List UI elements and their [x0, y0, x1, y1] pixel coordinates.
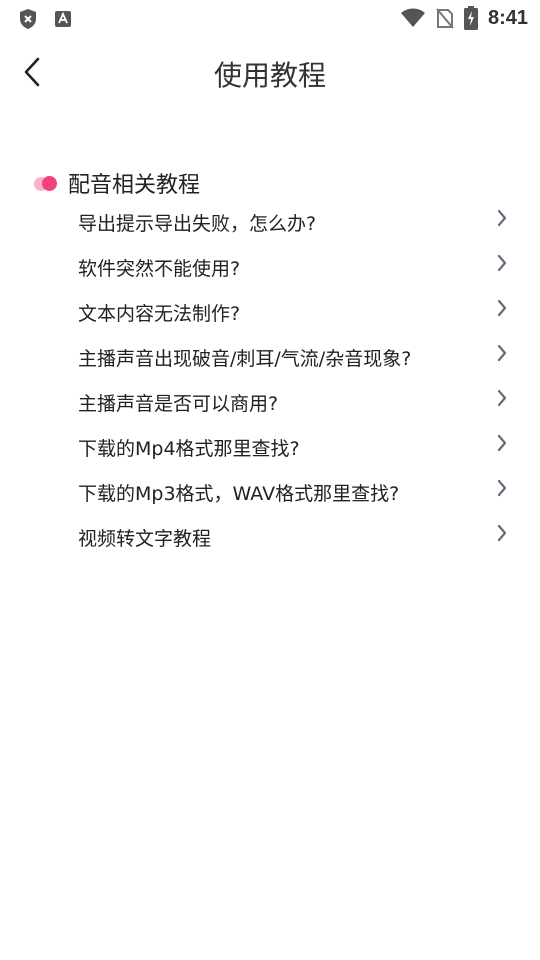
section-title: 配音相关教程 — [68, 173, 201, 198]
list-item-label: 下载的Mp3格式，WAV格式那里查找? — [78, 483, 400, 505]
list-item-label: 主播声音出现破音/刺耳/气流/杂音现象? — [78, 348, 412, 370]
section-header: 配音相关教程 — [34, 166, 514, 200]
chevron-right-icon — [497, 389, 507, 407]
chevron-right-icon — [497, 299, 507, 317]
list-item-label: 文本内容无法制作? — [78, 303, 241, 325]
no-sim-icon — [436, 8, 454, 29]
list-item-label: 软件突然不能使用? — [78, 258, 241, 280]
list-item-label: 导出提示导出失败，怎么办? — [78, 213, 317, 235]
page-title: 使用教程 — [213, 59, 326, 92]
chevron-right-icon — [497, 479, 507, 497]
shield-x-icon — [20, 9, 36, 29]
list-item[interactable]: 软件突然不能使用? — [78, 245, 514, 290]
status-bar: 8:41 — [0, 0, 540, 36]
list-item-label: 主播声音是否可以商用? — [78, 393, 279, 415]
list-item[interactable]: 文本内容无法制作? — [78, 290, 514, 335]
list-item-label: 视频转文字教程 — [78, 528, 212, 550]
app-header: 使用教程 — [0, 44, 540, 102]
chevron-right-icon — [497, 344, 507, 362]
list-item[interactable]: 导出提示导出失败，怎么办? — [78, 200, 514, 245]
status-time: 8:41 — [487, 6, 528, 29]
app-a-icon — [55, 11, 71, 27]
status-left-icons — [18, 8, 72, 30]
chevron-right-icon — [497, 524, 507, 542]
list-item[interactable]: 下载的Mp4格式那里查找? — [78, 425, 514, 470]
status-right-icons: 8:41 — [400, 6, 528, 30]
chevron-right-icon — [497, 434, 507, 452]
list-item-label: 下载的Mp4格式那里查找? — [78, 438, 300, 460]
list-item[interactable]: 主播声音出现破音/刺耳/气流/杂音现象? — [78, 335, 514, 380]
tutorial-section: 配音相关教程 导出提示导出失败，怎么办? 软件突然不能使用? 文本内容无法制作?… — [34, 166, 514, 560]
wifi-icon — [400, 8, 425, 27]
chevron-right-icon — [497, 254, 507, 272]
list-item[interactable]: 下载的Mp3格式，WAV格式那里查找? — [78, 470, 514, 515]
battery-charging-icon — [463, 6, 478, 30]
section-dot-icon — [34, 175, 58, 191]
list-item[interactable]: 主播声音是否可以商用? — [78, 380, 514, 425]
tutorial-list: 导出提示导出失败，怎么办? 软件突然不能使用? 文本内容无法制作? 主播声音出现… — [34, 200, 514, 560]
chevron-right-icon — [497, 209, 507, 227]
list-item[interactable]: 视频转文字教程 — [78, 515, 514, 560]
